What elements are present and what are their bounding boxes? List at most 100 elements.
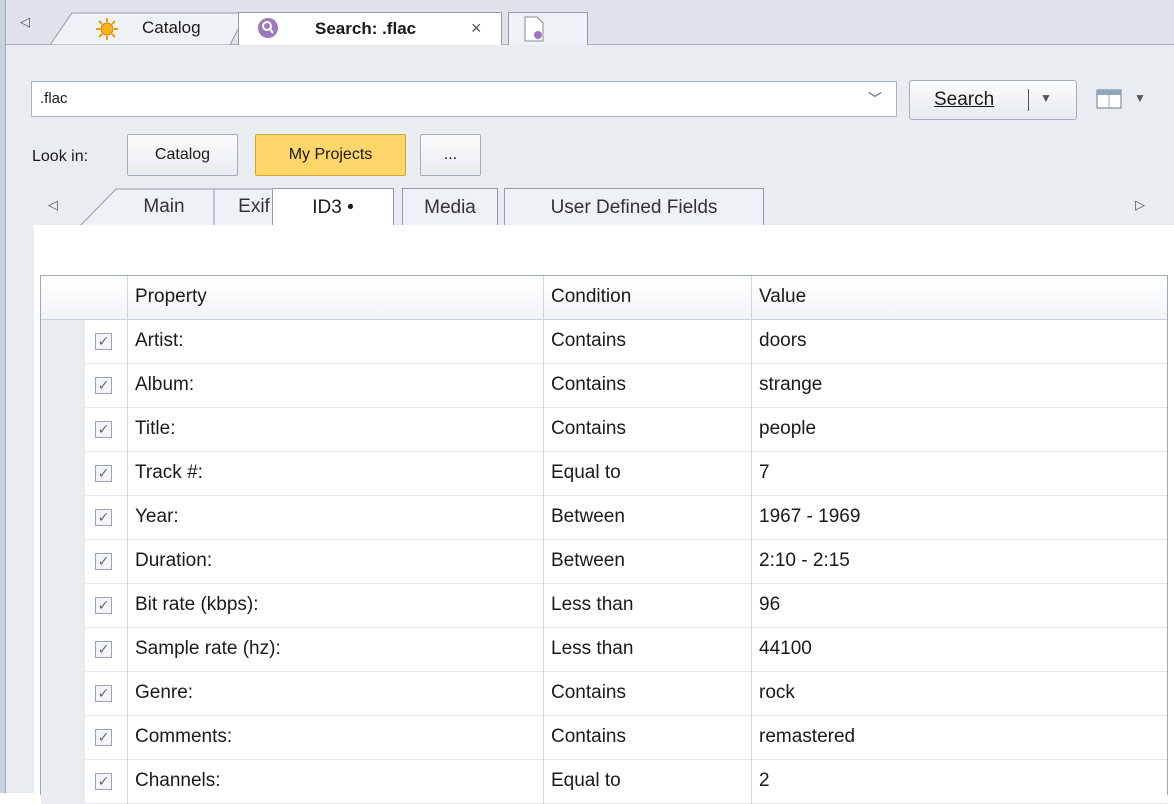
table-row[interactable]: ✓ Sample rate (hz): Less than 44100 <box>41 628 1167 672</box>
look-in-more-button[interactable]: ... <box>420 134 481 176</box>
dropdown-arrow-icon[interactable]: ▼ <box>1040 91 1052 105</box>
tab-new-document[interactable] <box>508 12 588 45</box>
row-gutter[interactable] <box>41 364 85 408</box>
property-cell[interactable]: Artist: <box>135 330 184 352</box>
row-gutter[interactable] <box>41 628 85 672</box>
property-cell[interactable]: Bit rate (kbps): <box>135 594 259 616</box>
table-row[interactable]: ✓ Title: Contains people <box>41 408 1167 452</box>
row-gutter[interactable] <box>41 540 85 584</box>
condition-cell[interactable]: Between <box>551 506 625 528</box>
row-gutter[interactable] <box>41 760 85 804</box>
condition-cell[interactable]: Less than <box>551 638 633 660</box>
row-gutter[interactable] <box>41 584 85 628</box>
table-row[interactable]: ✓ Bit rate (kbps): Less than 96 <box>41 584 1167 628</box>
row-checkbox[interactable]: ✓ <box>95 553 112 570</box>
condition-cell[interactable]: Between <box>551 550 625 572</box>
value-cell[interactable]: strange <box>759 374 822 396</box>
tab-main[interactable]: Main <box>116 188 212 226</box>
row-checkbox[interactable]: ✓ <box>95 685 112 702</box>
tab-search-flac[interactable]: Search: .flac × <box>238 12 502 46</box>
condition-cell[interactable]: Contains <box>551 330 626 352</box>
property-cell[interactable]: Track #: <box>135 462 203 484</box>
row-gutter[interactable] <box>41 716 85 760</box>
value-cell[interactable]: 96 <box>759 594 780 616</box>
look-in-label: Look in: <box>32 148 89 165</box>
search-button-label: Search <box>934 89 995 110</box>
property-cell[interactable]: Comments: <box>135 726 232 748</box>
value-cell[interactable]: 2 <box>759 770 770 792</box>
row-gutter[interactable] <box>41 320 85 364</box>
property-cell[interactable]: Album: <box>135 374 194 396</box>
value-cell[interactable]: 7 <box>759 462 770 484</box>
row-checkbox[interactable]: ✓ <box>95 729 112 746</box>
tab-id3[interactable]: ID3 • <box>272 188 394 227</box>
table-row[interactable]: ✓ Comments: Contains remastered <box>41 716 1167 760</box>
property-cell[interactable]: Genre: <box>135 682 193 704</box>
row-gutter[interactable] <box>41 672 85 716</box>
search-input[interactable]: .flac ﹀ <box>31 81 897 117</box>
row-checkbox[interactable]: ✓ <box>95 421 112 438</box>
table-row[interactable]: ✓ Album: Contains strange <box>41 364 1167 408</box>
property-cell[interactable]: Sample rate (hz): <box>135 638 281 660</box>
criteria-grid: Property Condition Value ✓ Artist: Contain… <box>40 275 1168 804</box>
value-cell[interactable]: remastered <box>759 726 855 748</box>
search-button[interactable]: Search ▼ <box>909 80 1077 120</box>
property-cell[interactable]: Year: <box>135 506 179 528</box>
row-checkbox[interactable]: ✓ <box>95 333 112 350</box>
chevron-down-icon[interactable]: ﹀ <box>868 88 882 110</box>
column-header-value[interactable]: Value <box>759 286 806 308</box>
row-gutter[interactable] <box>41 496 85 540</box>
table-row[interactable]: ✓ Track #: Equal to 7 <box>41 452 1167 496</box>
condition-cell[interactable]: Contains <box>551 682 626 704</box>
grid-header: Property Condition Value <box>41 276 1167 320</box>
property-cell[interactable]: Channels: <box>135 770 221 792</box>
tab-scroll-right-icon[interactable]: ▷ <box>1135 197 1145 213</box>
row-checkbox[interactable]: ✓ <box>95 641 112 658</box>
table-row[interactable]: ✓ Year: Between 1967 - 1969 <box>41 496 1167 540</box>
property-cell[interactable]: Duration: <box>135 550 212 572</box>
row-checkbox[interactable]: ✓ <box>95 465 112 482</box>
row-gutter[interactable] <box>41 408 85 452</box>
tab-catalog[interactable]: Catalog <box>50 12 246 46</box>
row-checkbox[interactable]: ✓ <box>95 597 112 614</box>
value-cell[interactable]: rock <box>759 682 795 704</box>
tab-media[interactable]: Media <box>402 188 498 226</box>
value-cell[interactable]: 2:10 - 2:15 <box>759 550 850 572</box>
table-row[interactable]: ✓ Duration: Between 2:10 - 2:15 <box>41 540 1167 584</box>
value-cell[interactable]: 1967 - 1969 <box>759 506 860 528</box>
value-cell[interactable]: doors <box>759 330 807 352</box>
column-header-condition[interactable]: Condition <box>551 286 631 308</box>
row-gutter[interactable] <box>41 452 85 496</box>
document-icon <box>524 16 544 42</box>
condition-cell[interactable]: Equal to <box>551 462 621 484</box>
tab-user-defined-fields[interactable]: User Defined Fields <box>504 188 764 226</box>
view-layout-button[interactable]: ▼ <box>1088 83 1172 117</box>
condition-cell[interactable]: Less than <box>551 594 633 616</box>
criteria-grid-area: Property Condition Value ✓ Artist: Contain… <box>34 225 1174 804</box>
row-checkbox[interactable]: ✓ <box>95 773 112 790</box>
row-checkbox[interactable]: ✓ <box>95 509 112 526</box>
tab-scroll-left-icon[interactable]: ◁ <box>20 14 30 30</box>
condition-cell[interactable]: Contains <box>551 374 626 396</box>
column-separator <box>543 276 544 804</box>
dropdown-arrow-icon[interactable]: ▼ <box>1134 91 1146 105</box>
search-query-text: .flac <box>40 90 68 107</box>
look-in-catalog-button[interactable]: Catalog <box>127 134 238 176</box>
close-icon[interactable]: × <box>471 18 482 39</box>
search-panel: .flac ﹀ Search ▼ ▼ Look in: Catalog My P… <box>6 45 1174 804</box>
tab-scroll-left-icon[interactable]: ◁ <box>48 197 58 213</box>
table-row[interactable]: ✓ Genre: Contains rock <box>41 672 1167 716</box>
condition-cell[interactable]: Contains <box>551 726 626 748</box>
value-cell[interactable]: 44100 <box>759 638 812 660</box>
value-cell[interactable]: people <box>759 418 816 440</box>
table-row[interactable]: ✓ Artist: Contains doors <box>41 320 1167 364</box>
row-checkbox[interactable]: ✓ <box>95 377 112 394</box>
condition-cell[interactable]: Equal to <box>551 770 621 792</box>
search-magnifier-icon <box>258 18 278 38</box>
document-tab-strip: ◁ Catalog Search: .flac × <box>0 0 1174 46</box>
property-cell[interactable]: Title: <box>135 418 175 440</box>
condition-cell[interactable]: Contains <box>551 418 626 440</box>
table-row[interactable]: ✓ Channels: Equal to 2 <box>41 760 1167 804</box>
column-header-property[interactable]: Property <box>135 286 207 308</box>
look-in-my-projects-button[interactable]: My Projects <box>255 134 406 176</box>
